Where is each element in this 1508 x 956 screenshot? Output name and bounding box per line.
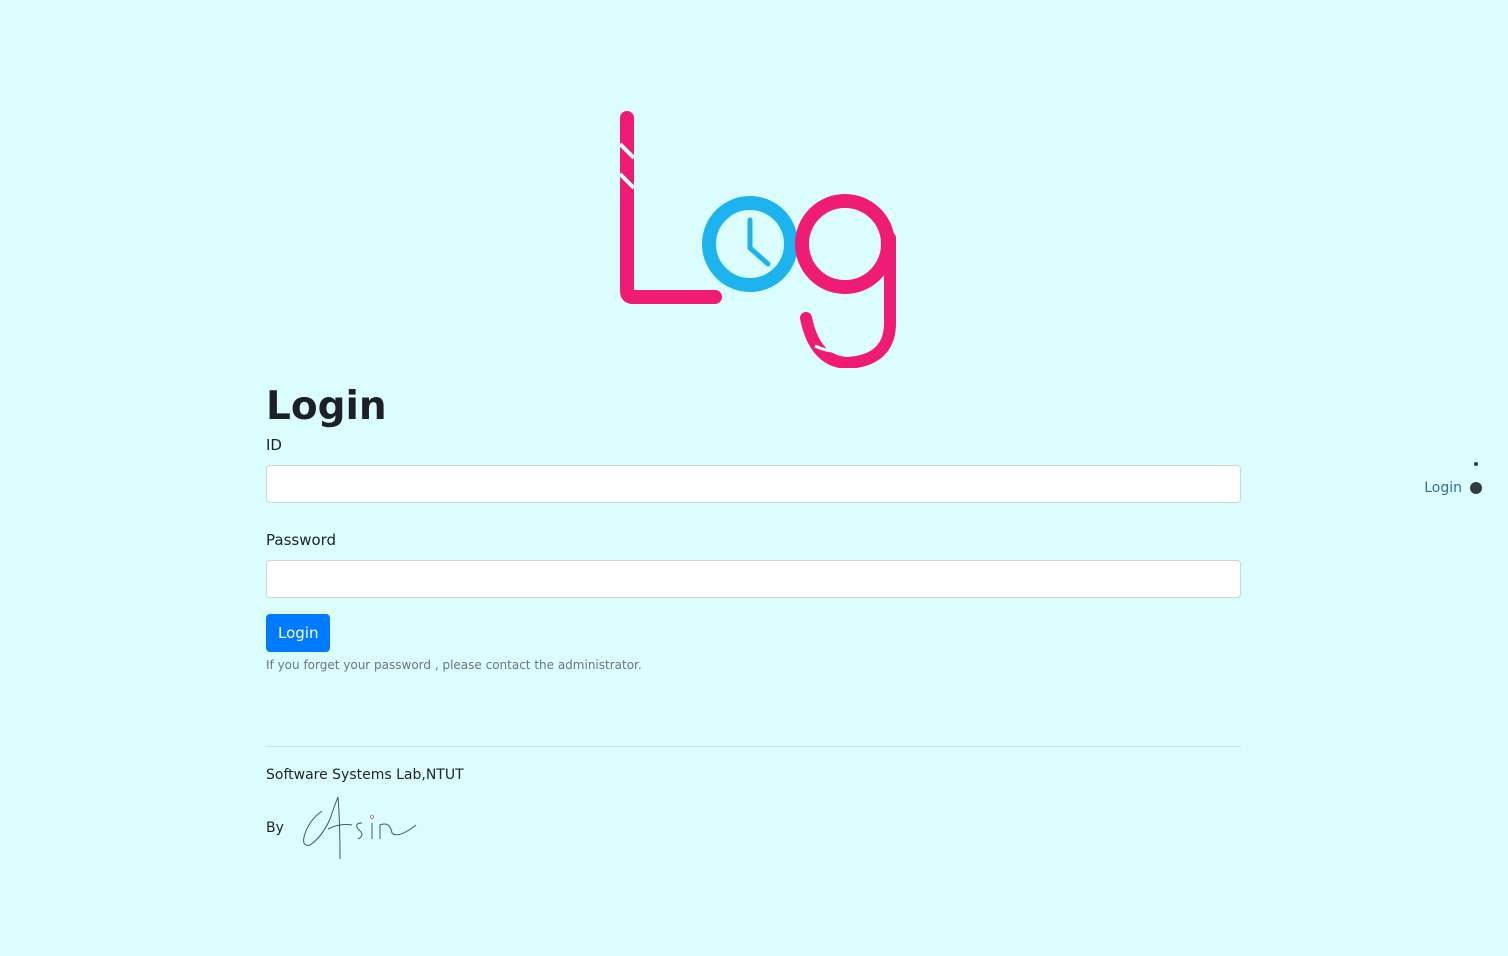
- log-logo: [618, 111, 896, 368]
- lab-name: Software Systems Lab,NTUT: [266, 767, 464, 783]
- password-input[interactable]: [266, 560, 1241, 598]
- id-input[interactable]: [266, 465, 1241, 503]
- login-page: Login ID Password Login If you forget yo…: [0, 0, 1508, 956]
- password-label: Password: [266, 531, 337, 549]
- id-label: ID: [266, 436, 282, 454]
- signature-image: [303, 796, 417, 860]
- nav-dot-active: [1470, 482, 1482, 494]
- by-label: By: [266, 820, 284, 836]
- author-row: By: [266, 793, 1241, 863]
- page-title: Login: [266, 384, 387, 429]
- login-form: Login ID Password Login If you forget yo…: [266, 380, 1241, 672]
- nav-item-login[interactable]: Login: [1424, 480, 1482, 496]
- login-button[interactable]: Login: [266, 614, 331, 652]
- side-navigation: Login: [1424, 462, 1482, 496]
- password-hint: If you forget your password , please con…: [266, 658, 642, 672]
- nav-item-label: Login: [1424, 480, 1462, 496]
- footer: Software Systems Lab,NTUT By: [266, 746, 1241, 863]
- nav-dot-small: [1474, 462, 1478, 466]
